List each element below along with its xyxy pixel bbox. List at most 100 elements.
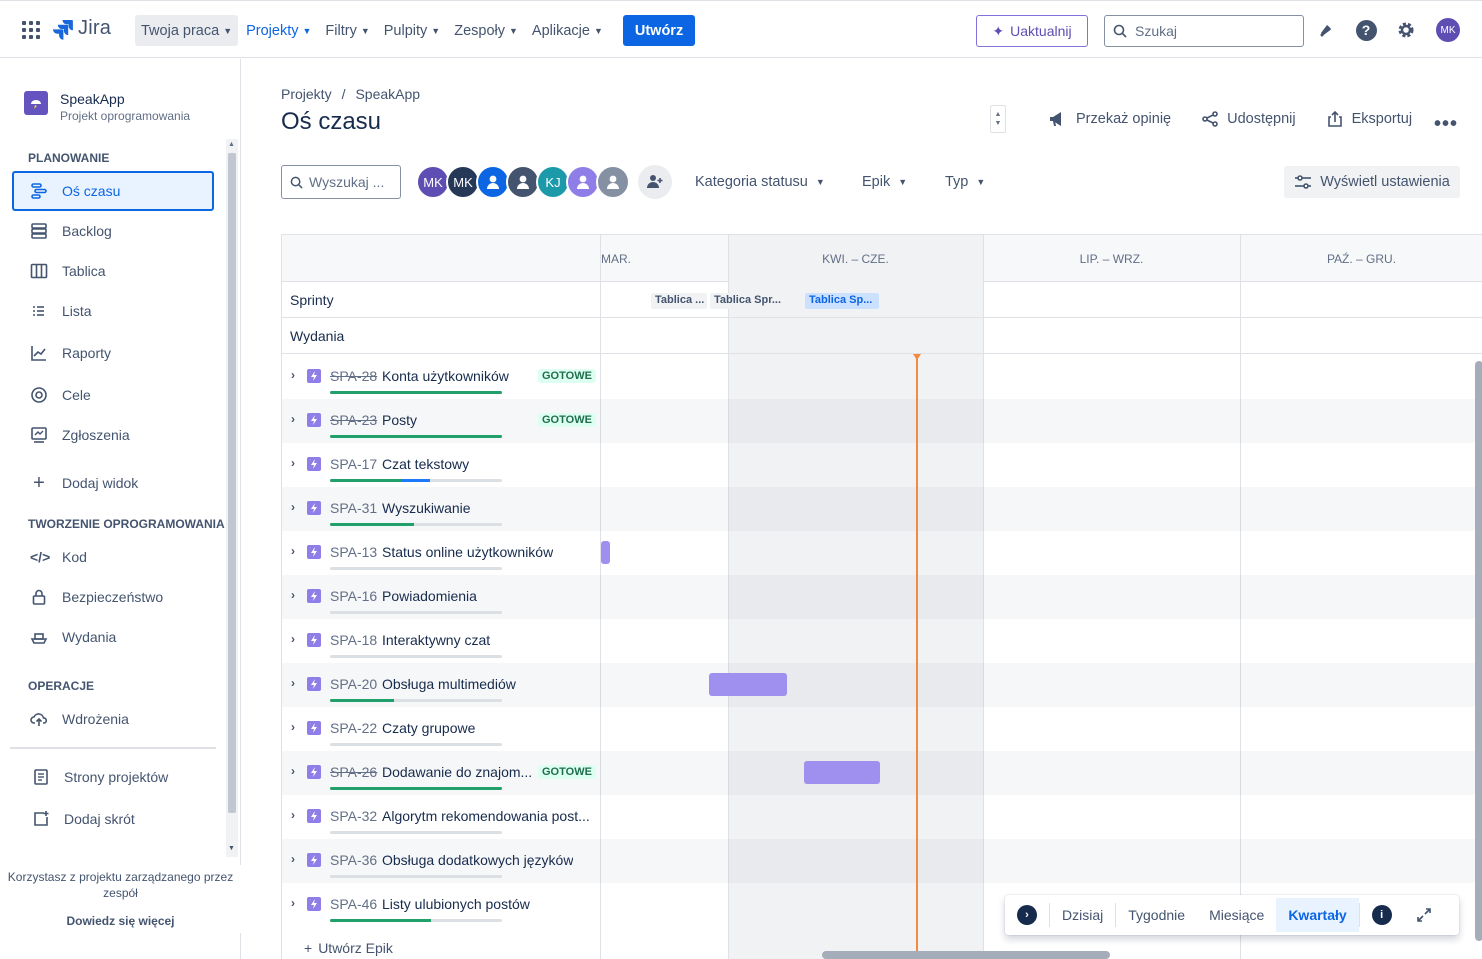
expand-chevron-icon[interactable]: ›	[291, 456, 295, 470]
assignee-avatar[interactable]	[476, 165, 510, 199]
expand-chevron-icon[interactable]: ›	[291, 544, 295, 558]
sidebar-item-list[interactable]: Lista	[12, 291, 214, 331]
nav-your-work[interactable]: Twoja praca ▼	[135, 15, 239, 46]
epic-title[interactable]: Czat tekstowy	[382, 456, 469, 472]
app-switcher-icon[interactable]	[22, 21, 40, 39]
nav-dashboards[interactable]: Pulpity ▼	[378, 15, 446, 46]
expand-chevron-icon[interactable]: ›	[291, 412, 295, 426]
epic-row[interactable]: › SPA-28 Konta użytkowników GOTOWE	[282, 355, 1482, 399]
epic-row[interactable]: › SPA-13 Status online użytkowników	[282, 531, 1482, 575]
epic-key[interactable]: SPA-13	[330, 544, 377, 560]
sprint-chip[interactable]: Tablica ...	[651, 293, 707, 309]
epic-title[interactable]: Interaktywny czat	[382, 632, 490, 648]
breadcrumb-project[interactable]: SpeakApp	[355, 86, 420, 102]
epic-key[interactable]: SPA-26	[330, 764, 377, 780]
collapse-panel-button[interactable]: ›	[1005, 898, 1049, 932]
expand-chevron-icon[interactable]: ›	[291, 896, 295, 910]
assignee-avatar[interactable]	[566, 165, 600, 199]
epic-key[interactable]: SPA-18	[330, 632, 377, 648]
epic-key[interactable]: SPA-28	[330, 368, 377, 384]
epic-title[interactable]: Czaty grupowe	[382, 720, 475, 736]
epic-title[interactable]: Status online użytkowników	[382, 544, 553, 560]
status-category-filter[interactable]: Kategoria statusu ▼	[695, 174, 825, 190]
sidebar-item-project-pages[interactable]: Strony projektów	[12, 757, 214, 797]
create-epic-button[interactable]: + Utwórz Epik	[304, 940, 393, 956]
expand-chevron-icon[interactable]: ›	[291, 852, 295, 866]
epic-row[interactable]: › SPA-17 Czat tekstowy	[282, 443, 1482, 487]
sidebar-item-releases[interactable]: Wydania	[12, 617, 214, 657]
epic-title[interactable]: Dodawanie do znajom...	[382, 764, 532, 780]
epic-row[interactable]: › SPA-36 Obsługa dodatkowych języków	[282, 839, 1482, 883]
assignee-avatar[interactable]: MK	[416, 165, 450, 199]
nav-filters[interactable]: Filtry ▼	[319, 15, 375, 46]
sidebar-item-deployments[interactable]: Wdrożenia	[12, 699, 214, 739]
epic-key[interactable]: SPA-36	[330, 852, 377, 868]
sprint-chip-active[interactable]: Tablica Sp...	[805, 293, 879, 309]
epic-title[interactable]: Posty	[382, 412, 417, 428]
expand-chevron-icon[interactable]: ›	[291, 588, 295, 602]
user-avatar[interactable]: MK	[1436, 18, 1460, 42]
expand-chevron-icon[interactable]: ›	[291, 500, 295, 514]
sidebar-item-security[interactable]: Bezpieczeństwo	[12, 577, 214, 617]
expand-chevron-icon[interactable]: ›	[291, 676, 295, 690]
sidebar-item-board[interactable]: Tablica	[12, 251, 214, 291]
epic-title[interactable]: Powiadomienia	[382, 588, 477, 604]
sidebar-item-add-shortcut[interactable]: Dodaj skrót	[12, 799, 214, 839]
sidebar-item-goals[interactable]: Cele	[12, 375, 214, 415]
assignee-avatar[interactable]: MK	[446, 165, 480, 199]
horizontal-scrollbar[interactable]	[822, 951, 1110, 959]
sidebar-item-backlog[interactable]: Backlog	[12, 211, 214, 251]
epic-bar-spa-13[interactable]	[601, 541, 610, 564]
add-people-button[interactable]	[638, 165, 672, 199]
jira-logo[interactable]: Jira	[52, 17, 111, 40]
sidebar-item-reports[interactable]: Raporty	[12, 333, 214, 373]
breadcrumb-projects[interactable]: Projekty	[281, 86, 332, 102]
epic-bar-spa-20[interactable]	[709, 673, 787, 696]
expand-chevron-icon[interactable]: ›	[291, 720, 295, 734]
scroll-stepper[interactable]: ▲ ▼	[990, 105, 1006, 133]
epic-row[interactable]: › SPA-20 Obsługa multimediów	[282, 663, 1482, 707]
fullscreen-button[interactable]	[1404, 898, 1444, 932]
epic-title[interactable]: Listy ulubionych postów	[382, 896, 530, 912]
timeline-search-input[interactable]: Wyszukaj ...	[281, 165, 401, 199]
project-header[interactable]: SpeakApp Projekt oprogramowania	[24, 91, 190, 123]
epic-filter[interactable]: Epik ▼	[862, 174, 907, 190]
sidebar-scrollbar-thumb[interactable]	[228, 153, 236, 813]
epic-title[interactable]: Obsługa dodatkowych języków	[382, 852, 573, 868]
type-filter[interactable]: Typ ▼	[945, 174, 985, 190]
view-settings-button[interactable]: Wyświetl ustawienia	[1284, 166, 1460, 198]
epic-row[interactable]: › SPA-31 Wyszukiwanie	[282, 487, 1482, 531]
epic-title[interactable]: Konta użytkowników	[382, 368, 509, 384]
epic-row[interactable]: › SPA-16 Powiadomienia	[282, 575, 1482, 619]
epic-title[interactable]: Algorytm rekomendowania post...	[382, 808, 590, 824]
expand-chevron-icon[interactable]: ›	[291, 808, 295, 822]
create-button[interactable]: Utwórz	[622, 15, 696, 46]
epic-title[interactable]: Wyszukiwanie	[382, 500, 471, 516]
scroll-up-arrow-icon[interactable]: ▲	[228, 141, 235, 148]
assignee-avatar[interactable]	[596, 165, 630, 199]
assignee-avatar[interactable]	[506, 165, 540, 199]
epic-key[interactable]: SPA-31	[330, 500, 377, 516]
epic-key[interactable]: SPA-20	[330, 676, 377, 692]
settings-gear-icon[interactable]	[1395, 19, 1417, 41]
help-icon[interactable]: ?	[1355, 19, 1377, 41]
zoom-today-button[interactable]: Dzisiaj	[1050, 898, 1115, 932]
assignee-avatar[interactable]: KJ	[536, 165, 570, 199]
epic-key[interactable]: SPA-46	[330, 896, 377, 912]
expand-chevron-icon[interactable]: ›	[291, 764, 295, 778]
zoom-months-button[interactable]: Miesiące	[1197, 898, 1276, 932]
epic-row[interactable]: › SPA-18 Interaktywny czat	[282, 619, 1482, 663]
epic-row[interactable]: › SPA-23 Posty GOTOWE	[282, 399, 1482, 443]
epic-row[interactable]: › SPA-26 Dodawanie do znajom... GOTOWE	[282, 751, 1482, 795]
epic-title[interactable]: Obsługa multimediów	[382, 676, 516, 692]
sprint-chip[interactable]: Tablica Spr...	[710, 293, 782, 309]
global-search-input[interactable]: Szukaj	[1104, 15, 1304, 47]
sidebar-item-issues[interactable]: Zgłoszenia	[12, 415, 214, 455]
learn-more-link[interactable]: Dowiedz się więcej	[6, 913, 235, 929]
expand-chevron-icon[interactable]: ›	[291, 632, 295, 646]
sidebar-item-timeline[interactable]: Oś czasu	[12, 171, 214, 211]
export-button[interactable]: Eksportuj	[1326, 110, 1412, 128]
upgrade-button[interactable]: ✦ Uaktualnij	[976, 15, 1088, 47]
epic-key[interactable]: SPA-16	[330, 588, 377, 604]
nav-teams[interactable]: Zespoły ▼	[448, 15, 524, 46]
